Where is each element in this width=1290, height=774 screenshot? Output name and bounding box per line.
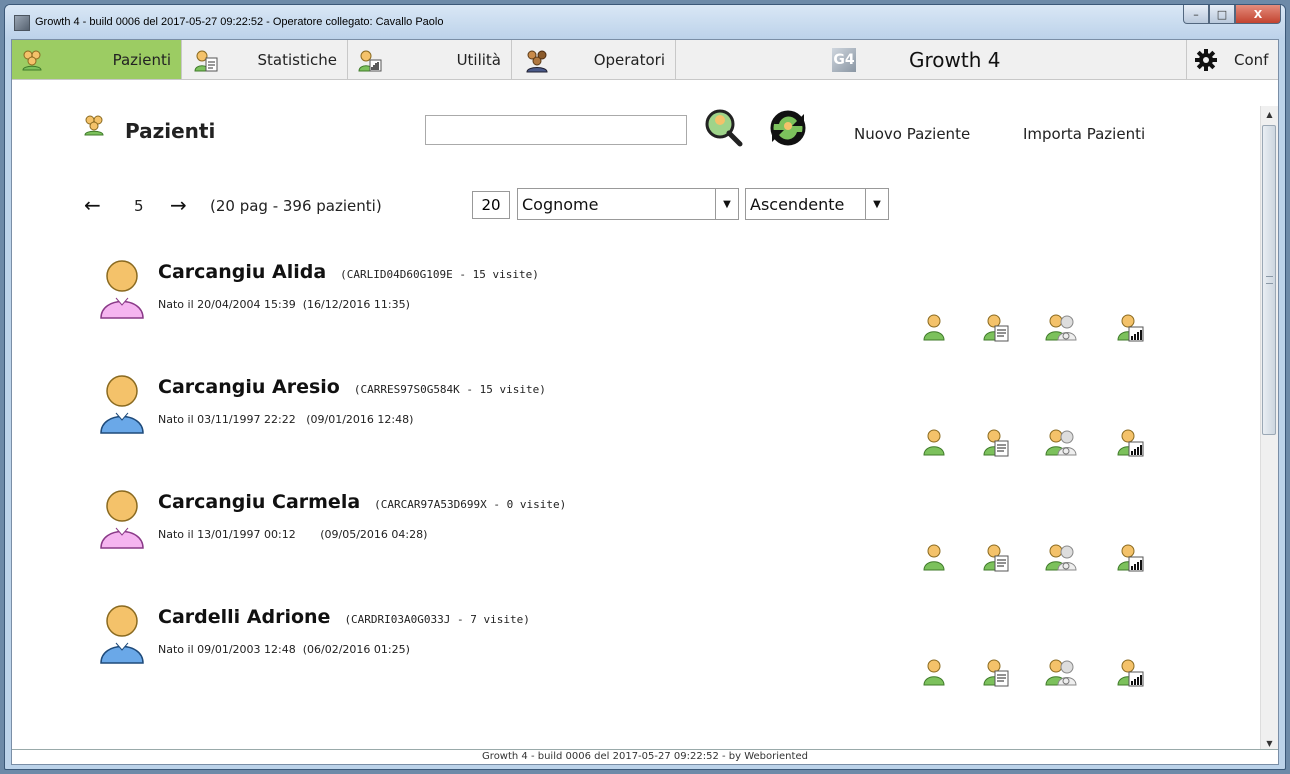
- brand-logo: G4: [832, 48, 856, 72]
- patient-row: Carcangiu Carmela (CARCAR97A53D699X - 0 v…: [98, 488, 1198, 564]
- app-icon: [14, 15, 30, 31]
- title-bar[interactable]: Growth 4 - build 0006 del 2017-05-27 09:…: [5, 5, 1285, 39]
- birth-date: Nato il 09/01/2003 12:48: [158, 643, 296, 656]
- patient-report-icon[interactable]: [982, 429, 1016, 463]
- vertical-scrollbar[interactable]: ▲ ▼: [1260, 106, 1278, 752]
- statistics-icon: [193, 49, 219, 77]
- patient-code: (CARLID04D60G109E - 15 visite): [340, 268, 539, 281]
- patient-report-icon[interactable]: [982, 659, 1016, 693]
- import-patients-link[interactable]: Importa Pazienti: [1023, 125, 1145, 143]
- grip-icon: [1266, 276, 1273, 284]
- page-size-input[interactable]: 20: [472, 191, 510, 219]
- main-content: Pazienti Nuovo Paziente Importa Pazienti…: [12, 81, 1262, 751]
- patient-report-icon[interactable]: [982, 314, 1016, 348]
- patient-visits-icon[interactable]: [1044, 314, 1078, 348]
- patients-icon: [20, 49, 44, 75]
- patient-name-text: Cardelli Adrione: [158, 606, 331, 628]
- utility-icon: [357, 49, 383, 77]
- config-label: Conf: [1234, 51, 1269, 69]
- sort-field-value: Cognome: [522, 195, 599, 214]
- menu-label-statistiche: Statistiche: [257, 51, 338, 69]
- operators-icon: [524, 49, 550, 77]
- patient-detail-icon[interactable]: [922, 429, 956, 463]
- search-input[interactable]: [425, 115, 687, 145]
- scroll-up-icon[interactable]: ▲: [1261, 106, 1278, 123]
- patient-chart-icon[interactable]: [1116, 314, 1150, 348]
- patient-detail-icon[interactable]: [922, 659, 956, 693]
- last-visit: (16/12/2016 11:35): [302, 298, 410, 311]
- sort-order-select[interactable]: Ascendente ▼: [745, 188, 889, 220]
- female-avatar-icon: [98, 488, 146, 554]
- menu-item-pazienti[interactable]: Pazienti: [12, 40, 182, 79]
- patient-name[interactable]: Carcangiu Alida (CARLID04D60G109E - 15 vi…: [158, 261, 539, 283]
- patient-row: Cardelli Adrione (CARDRI03A0G033J - 7 vis…: [98, 603, 1198, 679]
- birth-date: Nato il 13/01/1997 00:12: [158, 528, 296, 541]
- menu-item-utilita[interactable]: Utilità: [348, 40, 512, 79]
- patient-name-text: Carcangiu Aresio: [158, 376, 340, 398]
- menu-label-pazienti: Pazienti: [112, 51, 171, 69]
- patient-detail-icon[interactable]: [922, 314, 956, 348]
- menu-item-operatori[interactable]: Operatori: [512, 40, 676, 79]
- patient-chart-icon[interactable]: [1116, 659, 1150, 693]
- patient-name[interactable]: Carcangiu Aresio (CARRES97S0G584K - 15 vi…: [158, 376, 546, 398]
- chevron-down-icon: ▼: [865, 189, 888, 219]
- patient-report-icon[interactable]: [982, 544, 1016, 578]
- patient-code: (CARCAR97A53D699X - 0 visite): [374, 498, 567, 511]
- patient-birth: Nato il 03/11/1997 22:22 (09/01/2016 12:…: [158, 413, 413, 426]
- patient-code: (CARRES97S0G584K - 15 visite): [353, 383, 546, 396]
- chevron-down-icon: ▼: [715, 189, 738, 219]
- window-controls: – □ X: [1183, 5, 1281, 25]
- refresh-button[interactable]: [766, 106, 810, 154]
- page-title: Pazienti: [125, 119, 216, 143]
- patient-code: (CARDRI03A0G033J - 7 visite): [344, 613, 530, 626]
- patient-name[interactable]: Cardelli Adrione (CARDRI03A0G033J - 7 vis…: [158, 606, 530, 628]
- male-avatar-icon: [98, 373, 146, 439]
- pager-summary: (20 pag - 396 pazienti): [210, 197, 382, 215]
- female-avatar-icon: [98, 258, 146, 324]
- last-visit: (09/05/2016 04:28): [320, 528, 428, 541]
- sort-order-value: Ascendente: [750, 195, 845, 214]
- brand-title: Growth 4: [909, 48, 1001, 72]
- birth-date: Nato il 03/11/1997 22:22: [158, 413, 296, 426]
- patient-visits-icon[interactable]: [1044, 544, 1078, 578]
- last-visit: (09/01/2016 12:48): [306, 413, 414, 426]
- window-title: Growth 4 - build 0006 del 2017-05-27 09:…: [35, 16, 444, 28]
- config-button[interactable]: Conf: [1186, 40, 1278, 79]
- current-page: 5: [134, 197, 144, 215]
- menu-label-operatori: Operatori: [593, 51, 665, 69]
- new-patient-link[interactable]: Nuovo Paziente: [854, 125, 970, 143]
- patient-visits-icon[interactable]: [1044, 429, 1078, 463]
- patient-visits-icon[interactable]: [1044, 659, 1078, 693]
- patient-row: Carcangiu Alida (CARLID04D60G109E - 15 vi…: [98, 258, 1198, 334]
- patient-birth: Nato il 13/01/1997 00:12 (09/05/2016 04:…: [158, 528, 427, 541]
- scroll-thumb[interactable]: [1262, 125, 1276, 435]
- minimize-button[interactable]: –: [1183, 5, 1209, 24]
- patient-chart-icon[interactable]: [1116, 544, 1150, 578]
- search-button[interactable]: [702, 106, 746, 154]
- close-button[interactable]: X: [1235, 5, 1281, 24]
- prev-page-arrow-icon[interactable]: ←: [84, 195, 101, 215]
- maximize-button[interactable]: □: [1209, 5, 1235, 24]
- menu-bar: Pazienti Statistiche Utilità Operatori G…: [12, 40, 1278, 80]
- patient-name-text: Carcangiu Alida: [158, 261, 327, 283]
- male-avatar-icon: [98, 603, 146, 669]
- patient-chart-icon[interactable]: [1116, 429, 1150, 463]
- patient-birth: Nato il 20/04/2004 15:39 (16/12/2016 11:…: [158, 298, 410, 311]
- patient-birth: Nato il 09/01/2003 12:48 (06/02/2016 01:…: [158, 643, 410, 656]
- footer: Growth 4 - build 0006 del 2017-05-27 09:…: [12, 749, 1278, 764]
- patient-detail-icon[interactable]: [922, 544, 956, 578]
- patients-icon: [82, 114, 106, 140]
- last-visit: (06/02/2016 01:25): [302, 643, 410, 656]
- patient-row: Carcangiu Aresio (CARRES97S0G584K - 15 vi…: [98, 373, 1198, 449]
- sort-field-select[interactable]: Cognome ▼: [517, 188, 739, 220]
- menu-label-utilita: Utilità: [456, 51, 501, 69]
- client-area: Pazienti Statistiche Utilità Operatori G…: [11, 39, 1279, 765]
- menu-item-statistiche[interactable]: Statistiche: [182, 40, 348, 79]
- birth-date: Nato il 20/04/2004 15:39: [158, 298, 296, 311]
- gear-icon: [1195, 49, 1217, 75]
- next-page-arrow-icon[interactable]: →: [170, 195, 187, 215]
- patient-name[interactable]: Carcangiu Carmela (CARCAR97A53D699X - 0 v…: [158, 491, 566, 513]
- patient-name-text: Carcangiu Carmela: [158, 491, 361, 513]
- app-window: Growth 4 - build 0006 del 2017-05-27 09:…: [4, 4, 1286, 770]
